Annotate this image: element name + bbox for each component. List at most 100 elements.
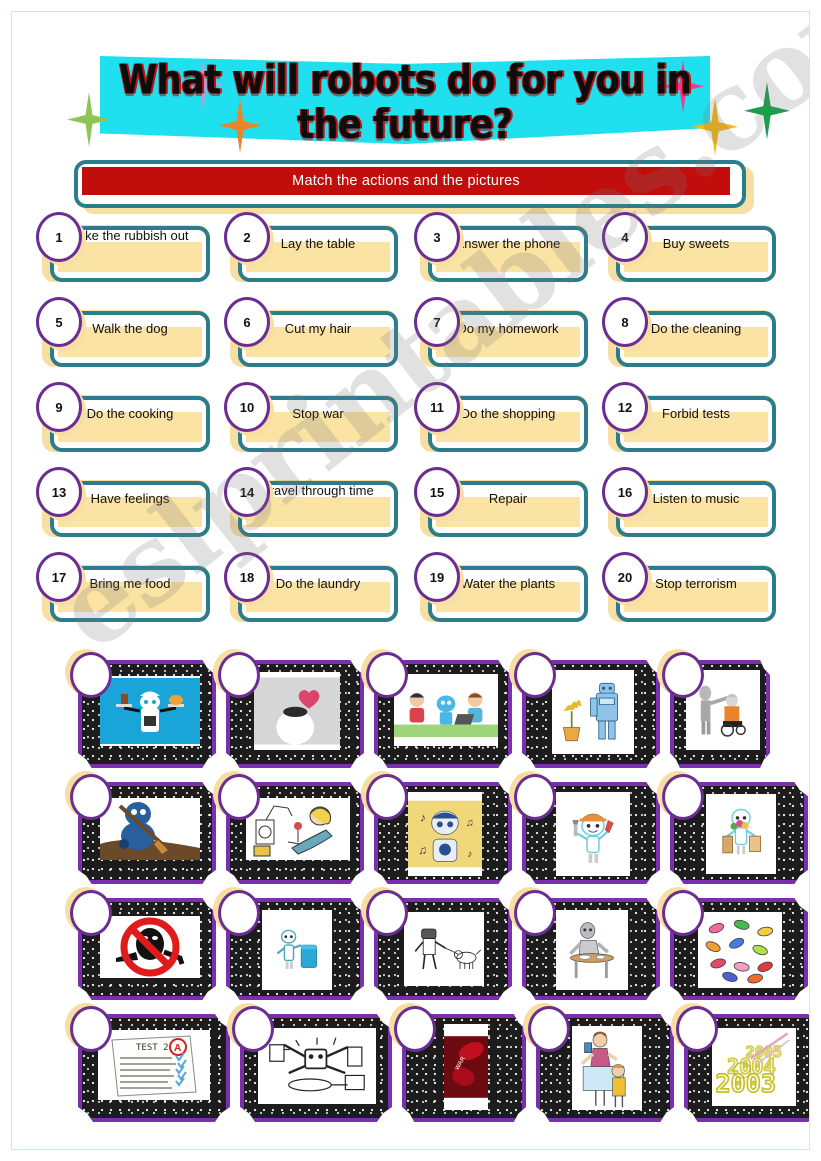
answer-circle[interactable] bbox=[366, 774, 408, 820]
picture-card[interactable] bbox=[657, 649, 778, 776]
action-number: 15 bbox=[414, 467, 460, 517]
worksheet-page: What will robots do for you in the futur… bbox=[11, 11, 810, 1150]
answer-circle[interactable] bbox=[662, 774, 704, 820]
card-image bbox=[394, 674, 498, 746]
card-image bbox=[246, 798, 350, 860]
actions-grid: Take the rubbish out 1 Lay the table 2 Answe… bbox=[36, 212, 792, 650]
card-image: ♪ ♫ ♫ ♪ bbox=[408, 792, 482, 876]
action-number: 4 bbox=[602, 212, 648, 262]
card-image bbox=[404, 912, 484, 986]
svg-text:♪: ♪ bbox=[467, 849, 472, 860]
answer-circle[interactable] bbox=[662, 652, 704, 698]
picture-card[interactable]: WAR bbox=[389, 1003, 534, 1130]
picture-card[interactable] bbox=[509, 887, 668, 1008]
answer-circle[interactable] bbox=[232, 1006, 274, 1052]
action-item[interactable]: Buy sweets 4 bbox=[602, 212, 776, 282]
card-image: WAR bbox=[444, 1024, 488, 1110]
action-item[interactable]: Cut my hair 6 bbox=[224, 297, 398, 367]
answer-circle[interactable] bbox=[514, 774, 556, 820]
instruction-banner: Match the actions and the pictures bbox=[74, 160, 754, 214]
answer-circle[interactable] bbox=[366, 890, 408, 936]
action-number: 12 bbox=[602, 382, 648, 432]
action-item[interactable]: Water the plants 19 bbox=[414, 552, 588, 622]
action-number: 1 bbox=[36, 212, 82, 262]
picture-card[interactable] bbox=[213, 887, 372, 1008]
picture-card[interactable] bbox=[361, 649, 520, 776]
card-image bbox=[706, 794, 776, 874]
answer-circle[interactable] bbox=[662, 890, 704, 936]
answer-circle[interactable] bbox=[218, 774, 260, 820]
action-item[interactable]: Do the laundry 18 bbox=[224, 552, 398, 622]
action-number: 2 bbox=[224, 212, 270, 262]
star-green bbox=[744, 82, 790, 140]
action-item[interactable]: Repair 15 bbox=[414, 467, 588, 537]
svg-text:♫: ♫ bbox=[466, 818, 474, 829]
answer-circle[interactable] bbox=[676, 1006, 718, 1052]
action-item[interactable]: Lay the table 2 bbox=[224, 212, 398, 282]
banner-red-strip: Match the actions and the pictures bbox=[82, 167, 730, 195]
card-image: TEST 2 A bbox=[98, 1030, 210, 1100]
picture-card[interactable] bbox=[227, 1003, 400, 1130]
answer-circle[interactable] bbox=[70, 890, 112, 936]
action-number: 9 bbox=[36, 382, 82, 432]
svg-text:TEST 2: TEST 2 bbox=[136, 1043, 169, 1053]
answer-circle[interactable] bbox=[218, 652, 260, 698]
action-number: 14 bbox=[224, 467, 270, 517]
picture-card[interactable]: TEST 2 A bbox=[65, 1003, 238, 1130]
picture-card[interactable] bbox=[65, 887, 224, 1008]
action-item[interactable]: Stop terrorism 20 bbox=[602, 552, 776, 622]
answer-circle[interactable] bbox=[70, 652, 112, 698]
action-item[interactable]: Take the rubbish out 1 bbox=[36, 212, 210, 282]
picture-card[interactable] bbox=[509, 771, 668, 892]
picture-card[interactable] bbox=[509, 649, 668, 776]
card-image bbox=[258, 1028, 376, 1104]
card-image bbox=[254, 672, 340, 750]
action-item[interactable]: Listen to music 16 bbox=[602, 467, 776, 537]
picture-card[interactable] bbox=[65, 771, 224, 892]
action-number: 20 bbox=[602, 552, 648, 602]
picture-card[interactable] bbox=[65, 649, 224, 776]
picture-card[interactable] bbox=[523, 1003, 682, 1130]
card-image bbox=[572, 1026, 642, 1110]
action-item[interactable]: Stop war 10 bbox=[224, 382, 398, 452]
card-image bbox=[556, 792, 630, 876]
svg-text:♪: ♪ bbox=[420, 810, 426, 824]
picture-card[interactable]: 2003 2004 2005 bbox=[671, 1003, 809, 1130]
answer-circle[interactable] bbox=[514, 890, 556, 936]
picture-card[interactable] bbox=[213, 649, 372, 776]
action-number: 17 bbox=[36, 552, 82, 602]
answer-circle[interactable] bbox=[528, 1006, 570, 1052]
title-area: What will robots do for you in the futur… bbox=[12, 40, 809, 162]
svg-text:♫: ♫ bbox=[418, 843, 427, 857]
action-item[interactable]: Forbid tests 12 bbox=[602, 382, 776, 452]
action-item[interactable]: Do my homework 7 bbox=[414, 297, 588, 367]
action-item[interactable]: Have feelings 13 bbox=[36, 467, 210, 537]
action-number: 7 bbox=[414, 297, 460, 347]
card-image bbox=[262, 910, 332, 990]
answer-circle[interactable] bbox=[70, 774, 112, 820]
page-title: What will robots do for you in the futur… bbox=[118, 56, 692, 149]
action-number: 18 bbox=[224, 552, 270, 602]
picture-card[interactable] bbox=[213, 771, 372, 892]
action-item[interactable]: Walk the dog 5 bbox=[36, 297, 210, 367]
action-item[interactable]: Do the shopping 11 bbox=[414, 382, 588, 452]
action-item[interactable]: Answer the phone 3 bbox=[414, 212, 588, 282]
answer-circle[interactable] bbox=[514, 652, 556, 698]
action-item[interactable]: Bring me food 17 bbox=[36, 552, 210, 622]
action-item[interactable]: Do the cleaning 8 bbox=[602, 297, 776, 367]
action-number: 8 bbox=[602, 297, 648, 347]
answer-circle[interactable] bbox=[366, 652, 408, 698]
answer-circle[interactable] bbox=[394, 1006, 436, 1052]
action-item[interactable]: Do the cooking 9 bbox=[36, 382, 210, 452]
card-image bbox=[698, 912, 782, 988]
action-number: 11 bbox=[414, 382, 460, 432]
picture-card[interactable] bbox=[657, 887, 809, 1008]
answer-circle[interactable] bbox=[70, 1006, 112, 1052]
picture-card[interactable] bbox=[657, 771, 809, 892]
picture-cards-grid: ♪ ♫ ♫ ♪ TEST 2 A WAR 2003 2004 2005 bbox=[28, 649, 809, 1149]
picture-card[interactable] bbox=[361, 887, 520, 1008]
answer-circle[interactable] bbox=[218, 890, 260, 936]
action-item[interactable]: Travel through time 14 bbox=[224, 467, 398, 537]
picture-card[interactable]: ♪ ♫ ♫ ♪ bbox=[361, 771, 520, 892]
card-image bbox=[556, 910, 628, 990]
